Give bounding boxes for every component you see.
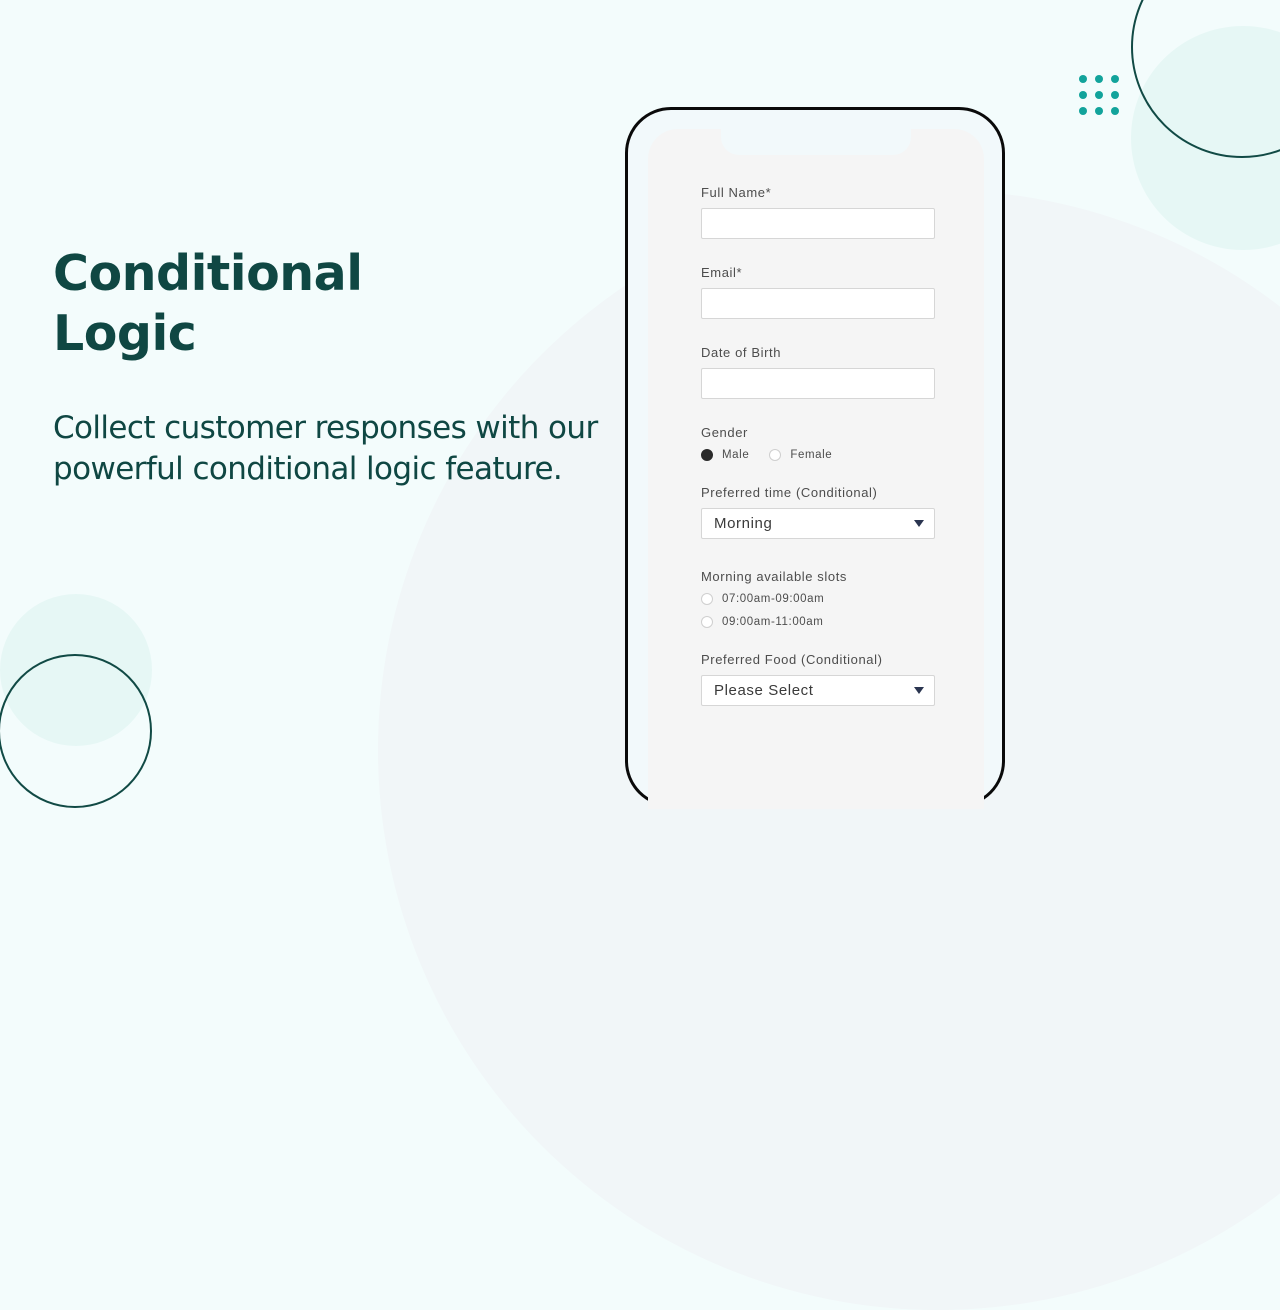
- full-name-label: Full Name*: [701, 185, 772, 200]
- full-name-field: Full Name*: [701, 185, 935, 239]
- decor-ring-bottom-left: [0, 654, 152, 808]
- gender-option-label: Female: [790, 449, 833, 461]
- registration-form: Full Name* Email* Date of Birth Gender M…: [701, 185, 935, 732]
- preferred-food-field: Preferred Food (Conditional) Please Sele…: [701, 652, 935, 706]
- preferred-time-field: Preferred time (Conditional) Morning: [701, 485, 935, 539]
- caret-down-icon: [914, 520, 924, 527]
- slots-label: Morning available slots: [701, 569, 848, 584]
- gender-radio-female[interactable]: [769, 449, 782, 461]
- phone-mockup: Full Name* Email* Date of Birth Gender M…: [625, 107, 1005, 809]
- preferred-food-select[interactable]: Please Select: [701, 675, 935, 706]
- hero-section: Conditional Logic Collect customer respo…: [53, 244, 613, 490]
- phone-screen: Full Name* Email* Date of Birth Gender M…: [648, 129, 984, 809]
- caret-down-icon: [914, 687, 924, 694]
- slot-option-label: 07:00am-09:00am: [722, 593, 825, 605]
- preferred-time-select[interactable]: Morning: [701, 508, 935, 539]
- full-name-input[interactable]: [701, 208, 935, 239]
- phone-notch: [721, 129, 911, 155]
- dob-label: Date of Birth: [701, 345, 782, 360]
- dob-field: Date of Birth: [701, 345, 935, 399]
- page-title: Conditional Logic: [53, 245, 363, 362]
- dob-input[interactable]: [701, 368, 935, 399]
- email-field: Email*: [701, 265, 935, 319]
- gender-option-label: Male: [722, 449, 750, 461]
- gender-field: Gender Male Female: [701, 425, 935, 461]
- preferred-time-label: Preferred time (Conditional): [701, 485, 878, 500]
- email-input[interactable]: [701, 288, 935, 319]
- gender-radio-male[interactable]: [701, 449, 713, 461]
- preferred-food-value: Please Select: [714, 682, 814, 699]
- gender-label: Gender: [701, 425, 748, 440]
- slots-field: Morning available slots 07:00am-09:00am …: [701, 569, 935, 628]
- email-label: Email*: [701, 265, 743, 280]
- preferred-food-label: Preferred Food (Conditional): [701, 652, 883, 667]
- slot-radio-1[interactable]: [701, 593, 713, 605]
- page-subtitle: Collect customer responses with our powe…: [53, 410, 598, 487]
- preferred-time-value: Morning: [714, 515, 773, 532]
- slot-radio-2[interactable]: [701, 616, 713, 628]
- slot-option-label: 09:00am-11:00am: [722, 616, 824, 628]
- dot-grid-icon: [1079, 75, 1119, 115]
